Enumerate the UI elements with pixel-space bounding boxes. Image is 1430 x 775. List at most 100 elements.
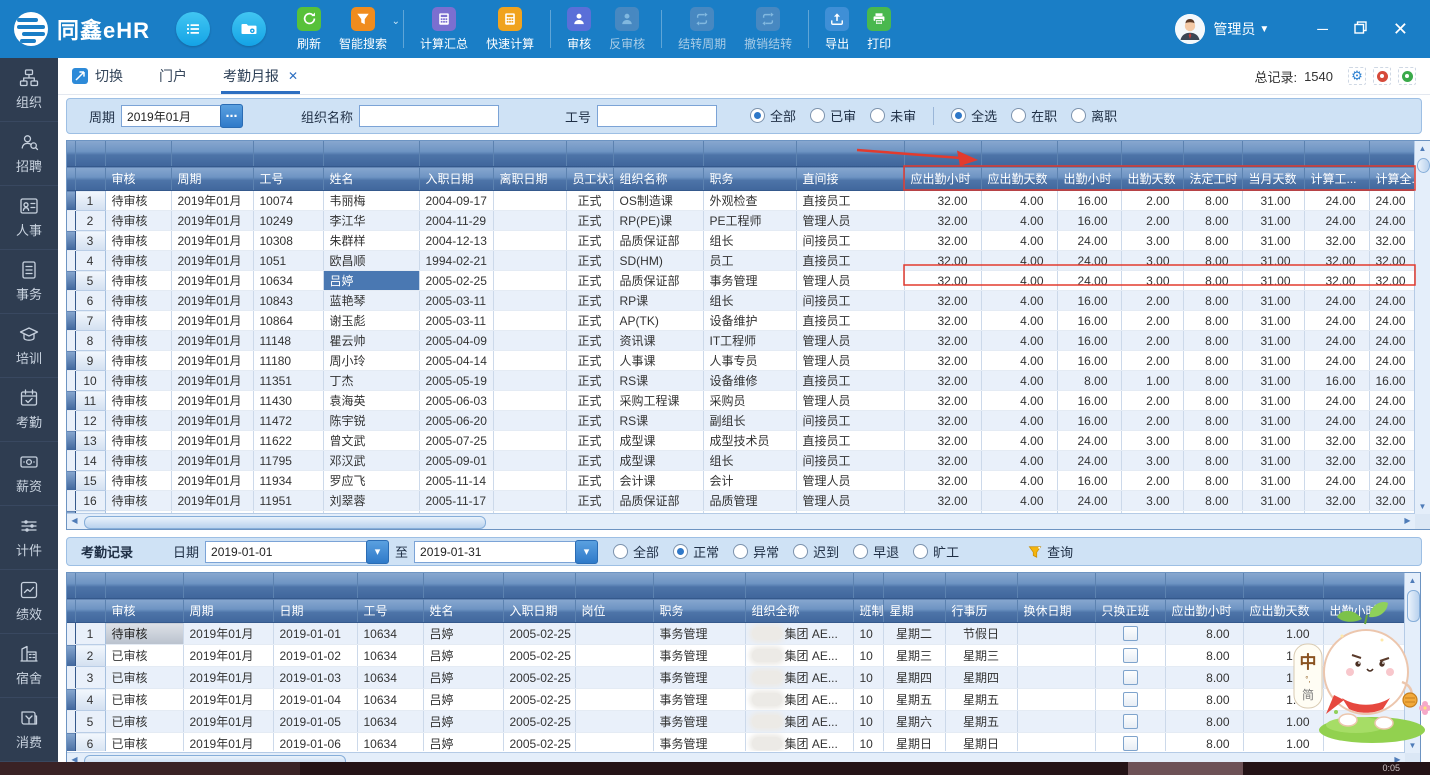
status-radio[interactable]: 全选 [951, 106, 997, 125]
user-menu-caret-icon[interactable]: ▼ [1259, 24, 1269, 35]
column-header[interactable]: 星期 [883, 599, 945, 623]
status-radio[interactable]: 在职 [1011, 106, 1057, 125]
column-header[interactable]: 组织全称 [745, 599, 853, 623]
column-header[interactable]: 周期 [183, 599, 273, 623]
period-input[interactable] [121, 105, 221, 127]
swap-checkbox[interactable] [1123, 692, 1138, 707]
table-row[interactable]: 5已审核2019年01月2019-01-0510634吕婷2005-02-25事… [67, 711, 1405, 733]
table-row[interactable]: 2已审核2019年01月2019-01-0210634吕婷2005-02-25事… [67, 645, 1405, 667]
table-row[interactable]: 1待审核2019年01月10074韦丽梅2004-09-17正式OS制造课外观检… [67, 191, 1415, 211]
tab-switch[interactable]: 切换 [72, 58, 123, 94]
grid1-hscroll-thumb[interactable] [84, 516, 486, 529]
query-button[interactable]: 查询 [1028, 542, 1073, 561]
calc-summary-button[interactable]: 计算汇总 [411, 0, 477, 58]
column-header[interactable]: 直间接 [796, 167, 904, 191]
column-header[interactable]: 应出勤天数 [1243, 599, 1323, 623]
table-row[interactable]: 6已审核2019年01月2019-01-0610634吕婷2005-02-25事… [67, 733, 1405, 752]
tab-close-icon[interactable] [288, 69, 298, 83]
swap-checkbox[interactable] [1123, 670, 1138, 685]
sidebar-item-training[interactable]: 培训 [0, 314, 58, 378]
table-row[interactable]: 4待审核2019年01月1051欧昌顺1994-02-21正式SD(HM)员工直… [67, 251, 1415, 271]
grid1-horizontal-scrollbar[interactable] [67, 513, 1415, 529]
org-name-input[interactable] [359, 105, 499, 127]
grid2-vscroll-thumb[interactable] [1407, 590, 1420, 622]
state-radio[interactable]: 早退 [853, 542, 899, 561]
tab-attendance-monthly-report[interactable]: 考勤月报 [223, 58, 298, 94]
column-header[interactable]: 组织名称 [613, 167, 703, 191]
column-header[interactable]: 姓名 [423, 599, 503, 623]
table-row[interactable]: 15待审核2019年01月11934罗应飞2005-11-14正式会计课会计管理… [67, 471, 1415, 491]
table-row[interactable]: 10待审核2019年01月11351丁杰2005-05-19正式RS课设备维修直… [67, 371, 1415, 391]
swap-checkbox[interactable] [1123, 736, 1138, 751]
column-header[interactable]: 计算全... [1369, 167, 1415, 191]
scroll-left-icon[interactable] [67, 513, 82, 528]
table-row[interactable]: 3待审核2019年01月10308朱群样2004-12-13正式品质保证部组长间… [67, 231, 1415, 251]
column-header[interactable]: 周期 [171, 167, 253, 191]
username[interactable]: 管理员 [1213, 19, 1255, 39]
column-header[interactable]: 工号 [253, 167, 323, 191]
red-status-icon[interactable] [1373, 67, 1391, 85]
column-header[interactable]: 计算工... [1304, 167, 1369, 191]
column-header[interactable]: 应出勤小时 [1165, 599, 1243, 623]
column-header[interactable]: 日期 [273, 599, 357, 623]
table-row[interactable]: 8待审核2019年01月11148瞿云帅2005-04-09正式资讯课IT工程师… [67, 331, 1415, 351]
column-header[interactable]: 换休日期 [1017, 599, 1095, 623]
scroll-up-icon[interactable] [1415, 141, 1430, 156]
audit-button[interactable]: 审核 [558, 0, 600, 58]
refresh-button[interactable]: 刷新 [288, 0, 330, 58]
sidebar-item-attendance[interactable]: 考勤 [0, 378, 58, 442]
column-header[interactable]: 工号 [357, 599, 423, 623]
column-header[interactable]: 当月天数 [1242, 167, 1304, 191]
green-status-icon[interactable] [1398, 67, 1416, 85]
table-row[interactable]: 1待审核2019年01月2019-01-0110634吕婷2005-02-25事… [67, 623, 1405, 645]
column-header[interactable]: 岗位 [575, 599, 653, 623]
tab-portal[interactable]: 门户 [159, 58, 187, 94]
settings-gear-icon[interactable]: ⚙ [1348, 67, 1366, 85]
column-header[interactable]: 出勤小时 [1057, 167, 1121, 191]
sidebar-item-hr[interactable]: 人事 [0, 186, 58, 250]
date-from-dropdown-button[interactable] [366, 540, 389, 564]
dropdown-caret-icon[interactable]: ⌄ [392, 16, 400, 27]
audit-radio[interactable]: 未审 [870, 106, 916, 125]
quick-calc-button[interactable]: 快速计算 [477, 0, 543, 58]
close-button[interactable]: ✕ [1393, 20, 1408, 38]
state-radio[interactable]: 全部 [613, 542, 659, 561]
audit-radio[interactable]: 全部 [750, 106, 796, 125]
swap-checkbox[interactable] [1123, 626, 1138, 641]
print-button[interactable]: 打印 [858, 0, 900, 58]
column-header[interactable]: 出勤小时 [1323, 599, 1405, 623]
sidebar-item-dorm[interactable]: 宿舍 [0, 634, 58, 698]
sidebar-item-affairs[interactable]: 事务 [0, 250, 58, 314]
table-row[interactable]: 16待审核2019年01月11951刘翠蓉2005-11-17正式品质保证部品质… [67, 491, 1415, 511]
scroll-down-icon[interactable] [1405, 738, 1420, 753]
audit-radio[interactable]: 已审 [810, 106, 856, 125]
sidebar-item-salary[interactable]: 薪资 [0, 442, 58, 506]
swap-checkbox[interactable] [1123, 714, 1138, 729]
column-header[interactable]: 职务 [653, 599, 745, 623]
sidebar-item-org[interactable]: 组织 [0, 58, 58, 122]
column-header[interactable]: 应出勤天数 [981, 167, 1057, 191]
scroll-right-icon[interactable] [1400, 513, 1415, 528]
column-header[interactable]: 法定工时 [1183, 167, 1242, 191]
column-header[interactable]: 审核 [105, 167, 171, 191]
column-header[interactable]: 只换正班 [1095, 599, 1165, 623]
table-row[interactable]: 4已审核2019年01月2019-01-0410634吕婷2005-02-25事… [67, 689, 1405, 711]
column-header[interactable]: 姓名 [323, 167, 419, 191]
date-to-dropdown-button[interactable] [575, 540, 598, 564]
grid1-vscroll-thumb[interactable] [1417, 158, 1430, 173]
date-from-input[interactable] [205, 541, 367, 563]
column-header[interactable]: 班制 [853, 599, 883, 623]
export-button[interactable]: 导出 [816, 0, 858, 58]
column-header[interactable]: 职务 [703, 167, 796, 191]
grid1-vertical-scrollbar[interactable] [1414, 141, 1430, 514]
table-row[interactable]: 11待审核2019年01月11430袁海英2005-06-03正式采购工程课采购… [67, 391, 1415, 411]
scroll-down-icon[interactable] [1415, 499, 1430, 514]
date-to-input[interactable] [414, 541, 576, 563]
column-header[interactable]: 入职日期 [419, 167, 493, 191]
user-avatar[interactable] [1175, 14, 1205, 44]
column-header[interactable]: 行事历 [945, 599, 1017, 623]
table-row[interactable]: 14待审核2019年01月11795邓汉武2005-09-01正式成型课组长间接… [67, 451, 1415, 471]
table-row[interactable]: 2待审核2019年01月10249李江华2004-11-29正式RP(PE)课P… [67, 211, 1415, 231]
column-header[interactable]: 入职日期 [503, 599, 575, 623]
status-radio[interactable]: 离职 [1071, 106, 1117, 125]
